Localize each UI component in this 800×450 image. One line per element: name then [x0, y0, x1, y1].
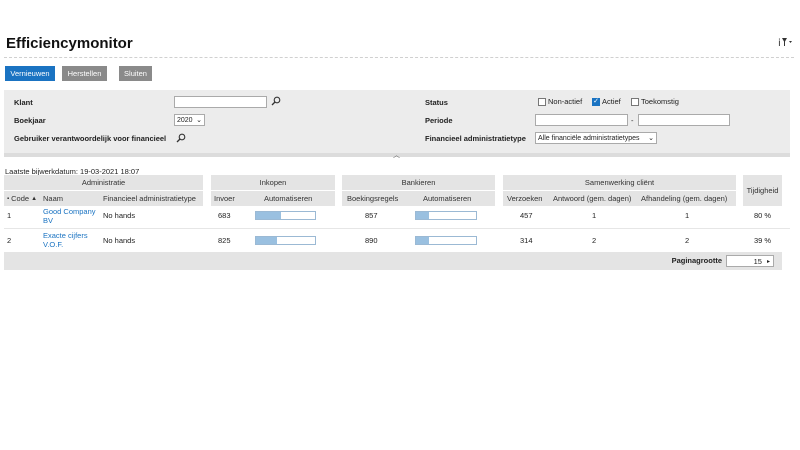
column-entry[interactable]: Invoer — [214, 191, 235, 206]
column-response[interactable]: Antwoord (gem. dagen) — [553, 191, 631, 206]
svg-text:i: i — [778, 38, 781, 47]
client-label: Klant — [14, 98, 33, 107]
status-future-checkbox[interactable]: Toekomstig — [631, 97, 679, 106]
cell-handling: 2 — [685, 235, 690, 245]
responsible-user-search-icon[interactable] — [176, 133, 186, 143]
group-banking: Bankieren — [342, 175, 495, 190]
client-search-icon[interactable] — [271, 96, 281, 106]
cell-timeliness: 80 % — [754, 210, 772, 220]
chevron-down-icon: ⌄ — [196, 117, 202, 124]
status-label: Status — [425, 98, 448, 107]
client-input[interactable] — [174, 96, 267, 108]
column-name[interactable]: Naam — [43, 191, 63, 206]
period-to-input[interactable] — [638, 114, 730, 126]
group-purchases: Inkopen — [211, 175, 335, 190]
status-nonactive-label: Non-actief — [548, 97, 583, 106]
row-name-link-line1[interactable]: Exacte cijfers — [43, 231, 88, 240]
column-requests[interactable]: Verzoeken — [507, 191, 542, 206]
reset-button[interactable]: Herstellen — [62, 66, 107, 81]
column-code[interactable]: ▪ Code ▲ — [7, 191, 37, 206]
checkbox-unchecked-icon — [538, 97, 546, 106]
cell-response: 1 — [592, 210, 597, 220]
column-bank-automation[interactable]: Automatiseren — [423, 191, 471, 206]
fiscal-year-label: Boekjaar — [14, 116, 46, 125]
chevron-right-icon: ▸ — [766, 258, 770, 265]
page-title: Efficiencymonitor — [6, 35, 133, 52]
bar-fill — [256, 212, 281, 219]
fiscal-year-select[interactable]: 2020 ⌄ — [174, 114, 205, 126]
admin-type-label: Financieel administratietype — [425, 134, 526, 143]
cell-handling: 1 — [685, 210, 690, 220]
close-button[interactable]: Sluiten — [119, 66, 152, 81]
page-header: Efficiencymonitor i — [0, 0, 800, 58]
column-code-label: Code — [11, 194, 30, 203]
chevron-down-icon: ⌄ — [648, 135, 654, 142]
row-name-link-line2[interactable]: V.O.F. — [43, 240, 63, 249]
admin-type-value: Alle financiële administratietypes — [538, 134, 640, 142]
row-name-link-line1[interactable]: Good Company — [43, 207, 96, 216]
column-purchase-automation[interactable]: Automatiseren — [264, 191, 312, 206]
chevron-up-icon[interactable]: ︿ — [393, 150, 400, 160]
checkbox-unchecked-icon — [631, 97, 639, 106]
admin-type-select[interactable]: Alle financiële administratietypes ⌄ — [535, 132, 657, 144]
sort-ascending-icon: ▲ — [31, 195, 38, 202]
cell-code: 2 — [7, 235, 12, 245]
cell-booking-lines: 890 — [365, 235, 378, 245]
status-future-label: Toekomstig — [641, 97, 679, 106]
fiscal-year-value: 2020 — [177, 116, 193, 124]
period-from-input[interactable] — [535, 114, 628, 126]
bank-automation-bar — [415, 236, 477, 245]
cell-entry: 683 — [218, 210, 231, 220]
bar-fill — [256, 237, 278, 244]
responsible-user-label: Gebruiker verantwoordelijk voor financie… — [14, 134, 167, 143]
checkbox-checked-icon: ✓ — [592, 97, 600, 106]
page-size-select[interactable]: 15 ▸ — [726, 255, 774, 267]
row-name-link-line2[interactable]: BV — [43, 216, 53, 225]
filter-panel: Klant Boekjaar 2020 ⌄ Gebruiker verantwo… — [4, 90, 790, 153]
column-admin-type[interactable]: Financieel administratietype — [103, 191, 196, 206]
cell-booking-lines: 857 — [365, 210, 378, 220]
cell-requests: 457 — [520, 210, 533, 220]
refresh-button[interactable]: Vernieuwen — [5, 66, 55, 81]
column-handling[interactable]: Afhandeling (gem. dagen) — [641, 191, 727, 206]
page-size-label: Paginagrootte — [671, 256, 722, 265]
table-footer: Paginagrootte 15 ▸ — [4, 252, 782, 270]
purchase-automation-bar — [255, 236, 316, 245]
period-separator: - — [631, 115, 634, 125]
cell-response: 2 — [592, 235, 597, 245]
header-divider — [4, 57, 794, 58]
cell-admin-type: No hands — [103, 210, 136, 220]
status-active-checkbox[interactable]: ✓ Actief — [592, 97, 621, 106]
status-active-label: Actief — [602, 97, 621, 106]
bar-fill — [416, 237, 430, 244]
period-label: Periode — [425, 116, 453, 125]
column-booking-lines[interactable]: Boekingsregels — [347, 191, 398, 206]
cell-requests: 314 — [520, 235, 533, 245]
filter-icon[interactable]: i — [778, 37, 792, 50]
cell-code: 1 — [7, 210, 12, 220]
bank-automation-bar — [415, 211, 477, 220]
row-divider — [4, 228, 790, 229]
column-timeliness[interactable]: Tijdigheid — [743, 175, 782, 206]
cell-entry: 825 — [218, 235, 231, 245]
group-administration: Administratie — [4, 175, 203, 190]
purchase-automation-bar — [255, 211, 316, 220]
cell-admin-type: No hands — [103, 235, 136, 245]
group-collaboration: Samenwerking cliënt — [503, 175, 736, 190]
bar-fill — [416, 212, 430, 219]
page-size-value: 15 — [753, 256, 762, 266]
cell-timeliness: 39 % — [754, 235, 772, 245]
status-nonactive-checkbox[interactable]: Non-actief — [538, 97, 582, 106]
column-options-icon[interactable]: ▪ — [7, 196, 9, 202]
